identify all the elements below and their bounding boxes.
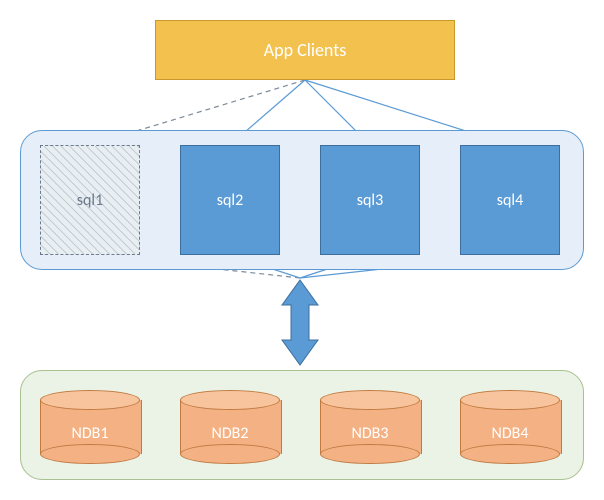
- sql-node-sql1: sql1: [40, 145, 140, 255]
- sql-node-sql3: sql3: [320, 145, 420, 255]
- ndb-node-label: NDB4: [492, 424, 529, 443]
- database-icon: NDB1: [40, 390, 140, 464]
- ndb-node-ndb4: NDB4: [460, 390, 560, 464]
- sql-node-label: sql1: [77, 191, 103, 210]
- sql-node-sql2: sql2: [180, 145, 280, 255]
- database-icon: NDB3: [320, 390, 420, 464]
- sql-node-label: sql3: [357, 191, 383, 210]
- sql-node-label: sql4: [497, 191, 523, 210]
- database-icon: NDB4: [460, 390, 560, 464]
- ndb-node-ndb2: NDB2: [180, 390, 280, 464]
- ndb-node-label: NDB1: [72, 424, 109, 443]
- ndb-node-ndb3: NDB3: [320, 390, 420, 464]
- app-clients-box: App Clients: [155, 20, 455, 80]
- ndb-node-label: NDB3: [352, 424, 389, 443]
- database-icon: NDB2: [180, 390, 280, 464]
- sql-node-label: sql2: [217, 191, 243, 210]
- double-arrow-icon: [282, 280, 318, 365]
- ndb-node-label: NDB2: [212, 424, 249, 443]
- sql-node-sql4: sql4: [460, 145, 560, 255]
- diagram-stage: App Clients sql1 sql2 sql3 sql4 NDB1 NDB…: [0, 0, 604, 500]
- ndb-node-ndb1: NDB1: [40, 390, 140, 464]
- app-clients-label: App Clients: [264, 39, 347, 61]
